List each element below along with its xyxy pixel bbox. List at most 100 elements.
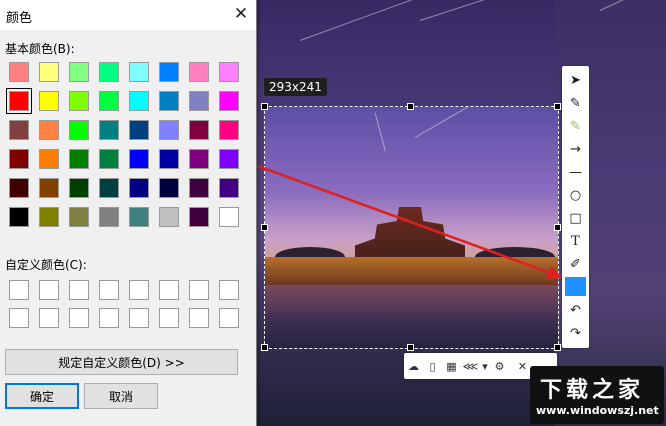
basic-color-swatch[interactable] xyxy=(9,178,29,198)
basic-color-swatch[interactable] xyxy=(129,62,149,82)
basic-color-swatch[interactable] xyxy=(219,91,239,111)
basic-color-swatch[interactable] xyxy=(69,62,89,82)
undo-tool[interactable]: ↶ xyxy=(562,299,589,321)
basic-color-swatch[interactable] xyxy=(6,88,32,114)
basic-color-swatch[interactable] xyxy=(69,149,89,169)
color-dialog: 颜色 ✕ 基本颜色(B): 自定义颜色(C): 规定自定义颜色(D) >> 确定… xyxy=(0,0,257,426)
basic-color-swatch[interactable] xyxy=(189,178,209,198)
basic-color-swatch[interactable] xyxy=(219,62,239,82)
line-tool[interactable]: — xyxy=(562,161,589,183)
resize-handle-top-right[interactable] xyxy=(554,103,561,110)
resize-handle-top[interactable] xyxy=(407,103,414,110)
basic-color-swatch[interactable] xyxy=(159,207,179,227)
basic-color-swatch[interactable] xyxy=(159,91,179,111)
resize-handle-bottom[interactable] xyxy=(407,344,414,351)
resize-handle-right[interactable] xyxy=(554,224,561,231)
basic-color-swatch[interactable] xyxy=(129,149,149,169)
highlighter-tool[interactable]: ✎ xyxy=(562,115,589,137)
custom-color-swatch[interactable] xyxy=(219,280,239,300)
basic-color-swatch[interactable] xyxy=(159,149,179,169)
basic-color-swatch[interactable] xyxy=(99,62,119,82)
basic-color-swatch[interactable] xyxy=(219,178,239,198)
resize-handle-left[interactable] xyxy=(261,224,268,231)
share-button[interactable]: ⋘ xyxy=(461,355,480,377)
basic-color-swatch[interactable] xyxy=(219,120,239,140)
custom-color-swatch[interactable] xyxy=(129,280,149,300)
basic-color-swatch[interactable] xyxy=(219,149,239,169)
basic-color-swatch[interactable] xyxy=(219,207,239,227)
color-swatch[interactable] xyxy=(565,277,586,296)
text-tool[interactable]: T xyxy=(562,230,589,252)
resize-handle-bottom-right[interactable] xyxy=(554,344,561,351)
pen-tool[interactable]: ✎ xyxy=(562,92,589,114)
basic-color-swatch[interactable] xyxy=(129,120,149,140)
basic-color-swatch[interactable] xyxy=(129,207,149,227)
star-trail xyxy=(374,112,386,152)
custom-color-swatch[interactable] xyxy=(39,280,59,300)
close-icon[interactable]: ✕ xyxy=(232,4,250,24)
ellipse-tool[interactable]: ○ xyxy=(562,184,589,206)
custom-color-swatch[interactable] xyxy=(99,280,119,300)
cancel-button[interactable]: 取消 xyxy=(84,383,158,409)
basic-color-swatch[interactable] xyxy=(159,178,179,198)
copy-button[interactable]: ▯ xyxy=(423,355,442,377)
basic-color-swatch[interactable] xyxy=(189,120,209,140)
basic-color-swatch[interactable] xyxy=(39,149,59,169)
basic-color-swatch[interactable] xyxy=(99,149,119,169)
basic-color-swatch[interactable] xyxy=(9,62,29,82)
custom-color-swatch[interactable] xyxy=(69,308,89,328)
qrcode-button[interactable]: ▦ xyxy=(442,355,461,377)
basic-color-swatch[interactable] xyxy=(189,91,209,111)
basic-color-swatch[interactable] xyxy=(129,91,149,111)
resize-handle-top-left[interactable] xyxy=(261,103,268,110)
basic-color-swatch[interactable] xyxy=(99,178,119,198)
basic-color-swatch[interactable] xyxy=(39,62,59,82)
settings-button[interactable]: ⚙ xyxy=(490,355,509,377)
custom-color-swatch[interactable] xyxy=(99,308,119,328)
basic-color-swatch[interactable] xyxy=(39,91,59,111)
basic-color-swatch[interactable] xyxy=(159,62,179,82)
basic-color-swatch[interactable] xyxy=(39,120,59,140)
basic-color-swatch[interactable] xyxy=(9,207,29,227)
basic-color-swatch[interactable] xyxy=(69,207,89,227)
custom-color-swatch[interactable] xyxy=(9,308,29,328)
selection-image[interactable] xyxy=(265,107,558,348)
share-icon: ⋘ xyxy=(462,359,479,373)
basic-color-swatch[interactable] xyxy=(189,149,209,169)
basic-color-swatch[interactable] xyxy=(159,120,179,140)
basic-color-swatch[interactable] xyxy=(99,207,119,227)
custom-color-swatch[interactable] xyxy=(189,308,209,328)
redo-tool[interactable]: ↷ xyxy=(562,322,589,344)
custom-color-swatch[interactable] xyxy=(9,280,29,300)
rectangle-tool[interactable]: □ xyxy=(562,207,589,229)
ok-button[interactable]: 确定 xyxy=(5,383,79,409)
basic-color-swatch[interactable] xyxy=(129,178,149,198)
basic-color-swatch[interactable] xyxy=(39,207,59,227)
basic-color-swatch[interactable] xyxy=(99,91,119,111)
custom-color-swatch[interactable] xyxy=(69,280,89,300)
arrow-tool[interactable]: → xyxy=(562,138,589,160)
eyedropper-icon: ✐ xyxy=(570,256,581,272)
select-tool[interactable]: ➤ xyxy=(562,69,589,91)
custom-color-swatch[interactable] xyxy=(219,308,239,328)
basic-color-swatch[interactable] xyxy=(69,178,89,198)
basic-color-swatch[interactable] xyxy=(69,120,89,140)
basic-color-swatch[interactable] xyxy=(69,91,89,111)
basic-color-swatch[interactable] xyxy=(189,62,209,82)
resize-handle-bottom-left[interactable] xyxy=(261,344,268,351)
basic-color-swatch[interactable] xyxy=(189,207,209,227)
custom-color-swatch[interactable] xyxy=(159,280,179,300)
basic-color-swatch[interactable] xyxy=(9,120,29,140)
basic-color-swatch[interactable] xyxy=(99,120,119,140)
custom-color-swatch[interactable] xyxy=(39,308,59,328)
custom-color-swatch[interactable] xyxy=(159,308,179,328)
custom-color-swatch[interactable] xyxy=(129,308,149,328)
eyedropper-tool[interactable]: ✐ xyxy=(562,253,589,275)
dialog-title: 颜色 xyxy=(6,11,33,26)
share-dropdown[interactable]: ▾ xyxy=(480,355,490,377)
custom-color-swatch[interactable] xyxy=(189,280,209,300)
define-custom-colors-button[interactable]: 规定自定义颜色(D) >> xyxy=(5,349,238,375)
upload-button[interactable]: ☁ xyxy=(404,355,423,377)
basic-color-swatch[interactable] xyxy=(39,178,59,198)
basic-color-swatch[interactable] xyxy=(9,149,29,169)
